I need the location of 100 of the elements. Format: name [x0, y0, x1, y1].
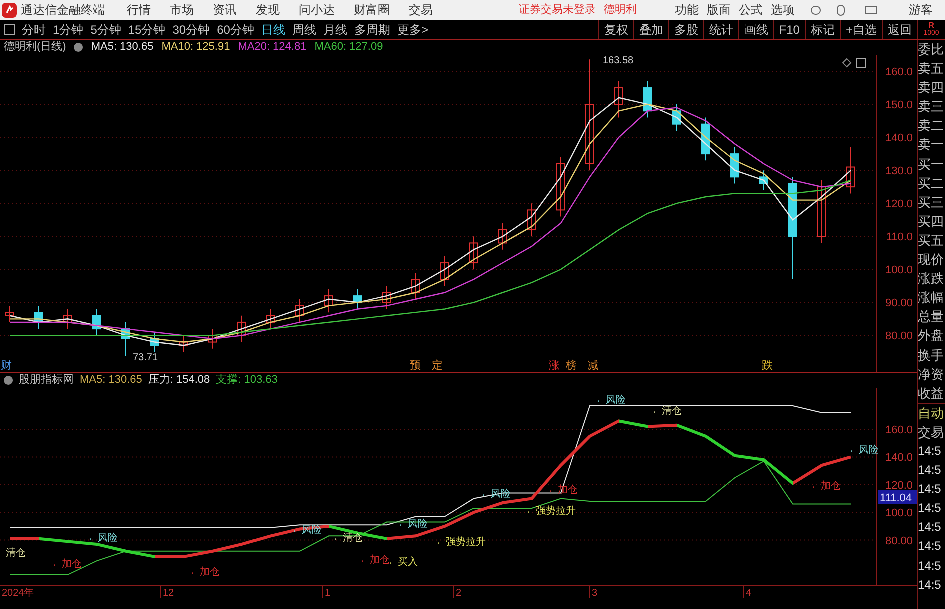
period-tab[interactable]: 5分钟 — [90, 20, 122, 38]
candlestick — [150, 332, 160, 353]
axis-label: 100.0 — [885, 264, 913, 277]
period-tab[interactable]: 1分钟 — [53, 20, 84, 38]
quote-label: 收益 — [918, 384, 945, 403]
period-tab[interactable]: 周线 — [292, 20, 316, 38]
event-marker[interactable]: 财 — [1, 360, 12, 372]
quote-label: 涨幅 — [918, 289, 945, 308]
menu-item[interactable]: 选项 — [771, 1, 795, 19]
signal-label: ←加仓 — [190, 567, 220, 578]
candlestick — [498, 222, 508, 250]
candlestick — [818, 180, 826, 244]
legend-value: MA60: 127.09 — [314, 42, 384, 53]
candlestick — [64, 308, 72, 330]
toolbar-button[interactable]: 叠加 — [633, 20, 668, 39]
axis-label: 140.0 — [885, 132, 913, 145]
period-tab[interactable]: 30分钟 — [172, 20, 210, 38]
menu-item[interactable]: 交易 — [409, 1, 433, 19]
legend-value: MA5: 130.65 — [80, 375, 142, 386]
menu-item[interactable]: 市场 — [170, 1, 194, 19]
quote-label: 卖三 — [918, 98, 945, 116]
candlestick — [614, 80, 624, 118]
time-label: 14:5 — [918, 500, 942, 518]
menu-item[interactable]: 公式 — [739, 1, 763, 19]
menu-item[interactable]: 版面 — [707, 1, 731, 19]
toolbar-button[interactable]: 画线 — [738, 20, 774, 39]
candlestick — [846, 146, 856, 194]
legend-value: MA10: 125.91 — [162, 42, 230, 53]
event-marker[interactable]: 跌 — [762, 360, 773, 372]
toolbar-button[interactable]: +自选 — [840, 20, 882, 39]
candlestick — [6, 305, 14, 323]
toolbar-button[interactable]: 标记 — [804, 20, 840, 39]
menu-item[interactable]: 资讯 — [213, 1, 237, 19]
axis-label: 80.00 — [885, 330, 913, 343]
signal-label: ←风险 — [88, 533, 118, 544]
date-label: 12 — [163, 588, 174, 598]
period-tab[interactable]: 更多> — [397, 20, 428, 38]
candlestick — [440, 256, 450, 287]
panel-toggle-icon[interactable] — [856, 58, 866, 68]
diamond-icon[interactable] — [842, 58, 852, 68]
period-tab[interactable]: 60分钟 — [217, 20, 254, 38]
quote-label: 买五 — [918, 232, 945, 250]
time-label: 14:5 — [918, 576, 942, 594]
quote-label: 总量 — [918, 308, 945, 326]
date-label: 3 — [592, 588, 598, 598]
collapse-icon[interactable] — [4, 376, 13, 385]
period-tab[interactable]: 月线 — [323, 20, 348, 38]
event-marker[interactable]: 预 — [410, 360, 421, 372]
time-label: 14:5 — [918, 462, 942, 480]
event-marker[interactable]: 涨 — [549, 360, 560, 372]
axis-label: 80.00 — [885, 535, 913, 548]
menu-item[interactable]: 财富圈 — [354, 1, 390, 19]
signal-label: ←加仓 — [811, 481, 841, 492]
quote-label: 现价 — [918, 251, 945, 270]
time-label: 14:5 — [918, 442, 942, 460]
menu-item[interactable]: 行情 — [127, 1, 151, 19]
period-tab[interactable]: 日线 — [261, 20, 286, 38]
sidebar-toggle-icon[interactable] — [4, 24, 15, 35]
menu-item[interactable]: 功能 — [675, 1, 699, 19]
toolbar-button[interactable]: 统计 — [703, 20, 738, 39]
quote-label: 涨跌 — [918, 270, 945, 288]
candlestick — [528, 203, 536, 238]
signal-label: ←风险 — [398, 519, 428, 530]
quote-label: 换手 — [918, 346, 945, 364]
quote-label: 净资 — [918, 366, 945, 384]
candlestick — [354, 288, 362, 310]
quote-label: 委比 — [918, 41, 945, 59]
date-label: 1 — [325, 588, 331, 598]
toolbar-button[interactable]: 多股 — [668, 20, 704, 39]
candlestick — [702, 117, 710, 162]
signal-label: ←清仓 — [333, 533, 363, 544]
quote-label: 卖四 — [918, 79, 945, 98]
period-tab[interactable]: 15分钟 — [128, 20, 166, 38]
candlestick — [412, 272, 420, 300]
candlestick — [266, 308, 276, 330]
signal-label: ←加仓 — [360, 555, 390, 566]
period-tab[interactable]: 分时 — [22, 20, 46, 38]
event-marker[interactable]: 减 — [588, 360, 599, 372]
legend-value: 支撑: 103.63 — [216, 375, 278, 386]
menu-item[interactable]: 问小达 — [299, 1, 335, 19]
collapse-icon[interactable] — [74, 43, 84, 52]
candlestick — [296, 298, 304, 323]
axis-label: 160.0 — [885, 66, 913, 78]
signal-label: 清仓 — [6, 548, 26, 559]
toolbar-button[interactable]: 返回 — [882, 20, 917, 39]
login-status[interactable]: 证券交易未登录 — [519, 2, 596, 18]
menu-item[interactable]: 发现 — [256, 1, 280, 19]
time-label: 14:5 — [918, 481, 942, 498]
quote-label: 买二 — [918, 174, 945, 193]
toolbar-button[interactable]: F10 — [773, 20, 805, 39]
signal-label: ←加仓 — [52, 559, 82, 570]
quote-label: 自动 — [918, 402, 945, 423]
user-name[interactable]: 游客 — [909, 1, 933, 19]
candlestick — [324, 288, 334, 314]
event-marker[interactable]: 榜 — [566, 360, 577, 372]
period-tab[interactable]: 多周期 — [354, 20, 390, 38]
event-marker[interactable]: 定 — [432, 360, 443, 372]
toolbar-button[interactable]: 复权 — [598, 20, 634, 39]
candlestick — [238, 315, 246, 343]
chart-title: 德明利(日线) — [4, 42, 66, 53]
